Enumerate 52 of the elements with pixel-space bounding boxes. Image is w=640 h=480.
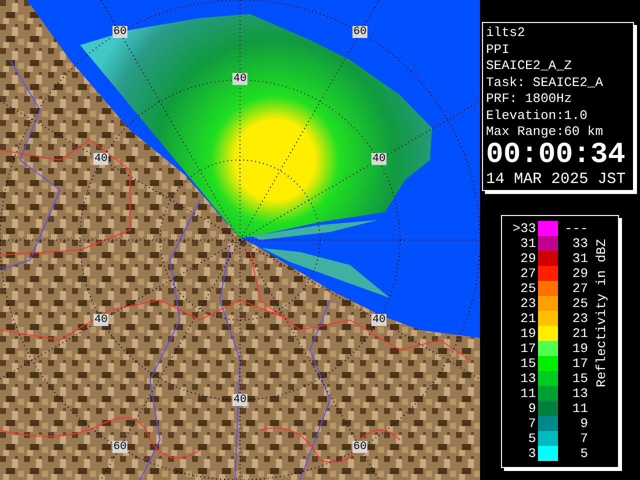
legend-low-value: 9	[527, 400, 537, 416]
legend-low-value: 23	[519, 296, 537, 310]
legend-high-value: 27	[571, 280, 589, 296]
legend-high-value: 17	[571, 356, 589, 370]
legend-low-value: 25	[519, 280, 537, 296]
legend-low-value: 3	[527, 446, 537, 460]
range-label: 40	[232, 73, 248, 85]
legend-high-value: 29	[571, 266, 589, 280]
legend-low-value: 7	[527, 416, 537, 430]
legend-low-value: 21	[519, 310, 537, 326]
range-label: 40	[232, 394, 248, 406]
date-text: 14 MAR 2025 JST	[486, 168, 627, 188]
info-text: ilts2	[486, 25, 526, 42]
range-label: 40	[93, 314, 109, 326]
legend-low-value: 19	[519, 326, 537, 340]
legend-low-value: 29	[519, 250, 537, 266]
legend-low-value: 5	[527, 430, 537, 446]
range-label: 60	[112, 26, 128, 38]
legend-high-value: 25	[571, 296, 589, 310]
range-label: 40	[93, 153, 109, 165]
time-text: 00:00:34	[486, 140, 626, 168]
legend-high-value: 11	[571, 400, 589, 416]
legend-title: Reflectivity in dBZ	[593, 239, 610, 388]
legend-low-value: >33	[512, 220, 537, 236]
legend-high-value: 23	[571, 310, 589, 326]
range-label: 60	[352, 441, 368, 453]
legend-low-value: 27	[519, 266, 537, 280]
range-label: 40	[371, 153, 387, 165]
legend-low-value: 17	[519, 340, 537, 356]
info-text: Max Range:60 km	[486, 124, 604, 140]
legend-low-value: 31	[519, 236, 537, 250]
range-label: 60	[112, 441, 128, 453]
legend-high-value: 7	[579, 430, 589, 446]
info-text: Elevation:1.0	[486, 108, 588, 124]
legend-high-value: 19	[571, 340, 589, 356]
legend-high-value: 33	[571, 236, 589, 250]
legend-low-value: 13	[519, 370, 537, 386]
info-text: SEAICE2_A_Z	[486, 58, 573, 74]
legend-high-value: 5	[579, 446, 589, 460]
legend-high-value: 9	[579, 416, 589, 430]
info-text: PPI	[486, 42, 510, 58]
info-text: PRF: 1800Hz	[486, 91, 573, 108]
legend-high-value: 15	[571, 370, 589, 386]
legend-low-value: 11	[519, 386, 537, 400]
range-label: 40	[371, 314, 387, 326]
info-text: Task: SEAICE2_A	[486, 74, 604, 91]
legend-high-value: 13	[571, 386, 589, 400]
legend-low-value: 15	[519, 356, 537, 370]
legend-high-value: ---	[564, 220, 589, 236]
legend-high-value: 21	[571, 326, 589, 340]
range-label: 60	[352, 26, 368, 38]
legend-high-value: 31	[571, 250, 589, 266]
